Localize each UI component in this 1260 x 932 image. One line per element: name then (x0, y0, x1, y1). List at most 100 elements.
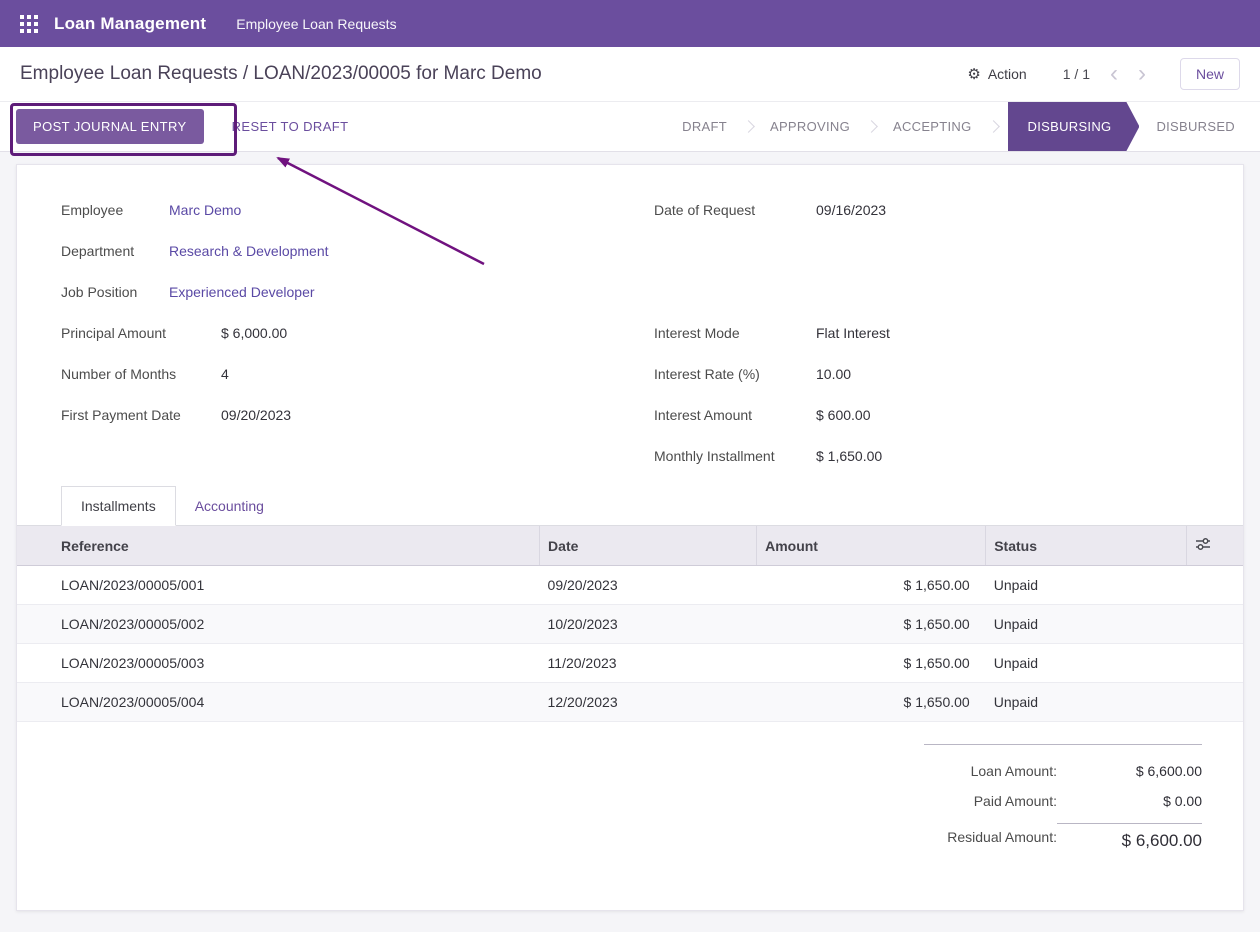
cell-amount: $ 1,650.00 (757, 566, 986, 605)
department-value[interactable]: Research & Development (169, 243, 329, 259)
number-of-months-label: Number of Months (61, 366, 221, 382)
menu-employee-loan-requests[interactable]: Employee Loan Requests (236, 16, 396, 32)
statusbar-row: POST JOURNAL ENTRY RESET TO DRAFT DRAFT … (0, 101, 1260, 152)
number-of-months-value[interactable]: 4 (221, 366, 229, 382)
field-date-of-request: Date of Request 09/16/2023 (654, 189, 1199, 230)
cell-amount: $ 1,650.00 (757, 683, 986, 722)
summary-paid-amount: Paid Amount: $ 0.00 (924, 793, 1202, 809)
step-draft[interactable]: DRAFT (665, 102, 744, 151)
principal-amount-value[interactable]: $ 6,000.00 (221, 325, 287, 341)
loan-amount-label: Loan Amount: (924, 763, 1057, 779)
cell-status: Unpaid (986, 566, 1187, 605)
cell-reference: LOAN/2023/00005/002 (17, 605, 540, 644)
post-journal-entry-button[interactable]: POST JOURNAL ENTRY (16, 109, 204, 144)
cell-status: Unpaid (986, 683, 1187, 722)
cell-reference: LOAN/2023/00005/004 (17, 683, 540, 722)
col-header-date[interactable]: Date (540, 526, 757, 566)
cell-status: Unpaid (986, 605, 1187, 644)
principal-amount-label: Principal Amount (61, 325, 221, 341)
apps-grid-icon[interactable] (20, 15, 38, 33)
optional-columns-icon[interactable] (1195, 536, 1211, 552)
interest-amount-value[interactable]: $ 600.00 (816, 407, 871, 423)
col-header-reference[interactable]: Reference (17, 526, 540, 566)
top-navbar: Loan Management Employee Loan Requests (0, 0, 1260, 47)
new-button[interactable]: New (1180, 58, 1240, 90)
spacer (654, 271, 1199, 312)
loan-summary: Loan Amount: $ 6,600.00 Paid Amount: $ 0… (924, 744, 1202, 851)
employee-label: Employee (61, 202, 169, 218)
date-of-request-label: Date of Request (654, 202, 816, 218)
table-row[interactable]: LOAN/2023/00005/004 12/20/2023 $ 1,650.0… (17, 683, 1243, 722)
form-fields: Employee Marc Demo Department Research &… (17, 189, 1243, 476)
job-position-value[interactable]: Experienced Developer (169, 284, 315, 300)
tab-accounting[interactable]: Accounting (176, 487, 283, 525)
chevron-left-icon[interactable]: ‹ (1110, 62, 1118, 86)
field-monthly-installment: Monthly Installment $ 1,650.00 (654, 435, 1199, 476)
cell-date: 11/20/2023 (540, 644, 757, 683)
form-left-column: Employee Marc Demo Department Research &… (61, 189, 630, 476)
reset-to-draft-button[interactable]: RESET TO DRAFT (232, 119, 349, 134)
loan-amount-value: $ 6,600.00 (1057, 763, 1202, 779)
breadcrumb: Employee Loan Requests / LOAN/2023/00005… (20, 63, 542, 85)
col-header-status[interactable]: Status (986, 526, 1187, 566)
date-of-request-value[interactable]: 09/16/2023 (816, 202, 886, 218)
step-accepting[interactable]: ACCEPTING (876, 102, 989, 151)
first-payment-date-label: First Payment Date (61, 407, 221, 423)
employee-value[interactable]: Marc Demo (169, 202, 241, 218)
pager-count: 1 / 1 (1063, 66, 1090, 82)
col-header-amount[interactable]: Amount (757, 526, 986, 566)
cell-reference: LOAN/2023/00005/001 (17, 566, 540, 605)
residual-amount-label: Residual Amount: (924, 829, 1057, 845)
summary-loan-amount: Loan Amount: $ 6,600.00 (924, 763, 1202, 779)
field-employee: Employee Marc Demo (61, 189, 630, 230)
residual-amount-value: $ 6,600.00 (1057, 823, 1202, 851)
job-position-label: Job Position (61, 284, 169, 300)
chevron-right-icon[interactable]: › (1138, 62, 1146, 86)
action-menu-button[interactable]: ⚙ Action (967, 65, 1026, 83)
spacer (654, 230, 1199, 271)
interest-rate-value[interactable]: 10.00 (816, 366, 851, 382)
field-number-of-months: Number of Months 4 (61, 353, 630, 394)
app-name[interactable]: Loan Management (54, 14, 206, 34)
cell-status: Unpaid (986, 644, 1187, 683)
step-disbursing[interactable]: DISBURSING (1008, 102, 1140, 151)
chevron-separator-icon (987, 120, 1000, 133)
cell-date: 12/20/2023 (540, 683, 757, 722)
tab-installments[interactable]: Installments (61, 486, 176, 526)
cell-reference: LOAN/2023/00005/003 (17, 644, 540, 683)
step-approving[interactable]: APPROVING (753, 102, 867, 151)
department-label: Department (61, 243, 169, 259)
col-header-options (1187, 526, 1243, 566)
control-panel-right: ⚙ Action 1 / 1 ‹ › New (967, 58, 1240, 90)
monthly-installment-value[interactable]: $ 1,650.00 (816, 448, 882, 464)
interest-amount-label: Interest Amount (654, 407, 816, 423)
status-steps: DRAFT APPROVING ACCEPTING DISBURSING DIS… (665, 102, 1260, 151)
form-right-column: Date of Request 09/16/2023 Interest Mode… (630, 189, 1199, 476)
field-interest-mode: Interest Mode Flat Interest (654, 312, 1199, 353)
breadcrumb-row: Employee Loan Requests / LOAN/2023/00005… (0, 47, 1260, 101)
summary-residual-amount: Residual Amount: $ 6,600.00 (924, 823, 1202, 851)
cell-date: 10/20/2023 (540, 605, 757, 644)
paid-amount-value: $ 0.00 (1057, 793, 1202, 809)
cell-amount: $ 1,650.00 (757, 644, 986, 683)
form-sheet: Employee Marc Demo Department Research &… (16, 164, 1244, 911)
field-job-position: Job Position Experienced Developer (61, 271, 630, 312)
notebook-tabs: Installments Accounting (17, 486, 1243, 526)
monthly-installment-label: Monthly Installment (654, 448, 816, 464)
gear-icon: ⚙ (967, 65, 980, 83)
interest-mode-label: Interest Mode (654, 325, 816, 341)
table-row[interactable]: LOAN/2023/00005/001 09/20/2023 $ 1,650.0… (17, 566, 1243, 605)
action-label: Action (988, 66, 1027, 82)
field-principal-amount: Principal Amount $ 6,000.00 (61, 312, 630, 353)
cell-amount: $ 1,650.00 (757, 605, 986, 644)
interest-rate-label: Interest Rate (%) (654, 366, 816, 382)
step-disbursed[interactable]: DISBURSED (1139, 102, 1252, 151)
installments-table: Reference Date Amount Status (17, 526, 1243, 722)
table-row[interactable]: LOAN/2023/00005/003 11/20/2023 $ 1,650.0… (17, 644, 1243, 683)
cell-date: 09/20/2023 (540, 566, 757, 605)
field-interest-amount: Interest Amount $ 600.00 (654, 394, 1199, 435)
interest-mode-value[interactable]: Flat Interest (816, 325, 890, 341)
table-row[interactable]: LOAN/2023/00005/002 10/20/2023 $ 1,650.0… (17, 605, 1243, 644)
table-header-row: Reference Date Amount Status (17, 526, 1243, 566)
first-payment-date-value[interactable]: 09/20/2023 (221, 407, 291, 423)
